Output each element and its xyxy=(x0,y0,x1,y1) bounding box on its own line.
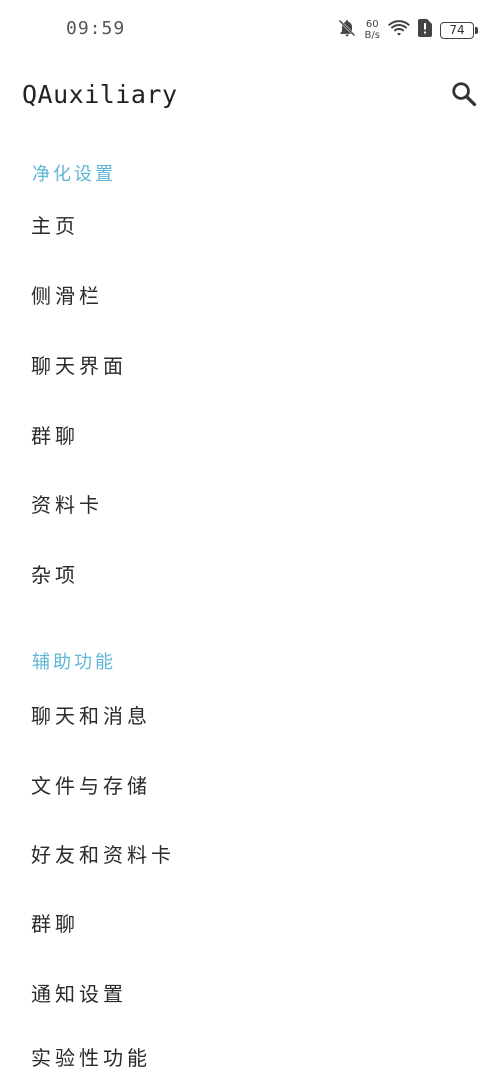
list-item-group-chat-2[interactable]: 群聊 xyxy=(0,888,500,952)
list-item-label: 群聊 xyxy=(31,912,79,936)
section-header-purify: 净化设置 xyxy=(32,164,116,185)
list-item-label: 好友和资料卡 xyxy=(31,843,175,867)
search-button[interactable] xyxy=(448,78,480,110)
section-header-assist: 辅助功能 xyxy=(32,652,116,673)
list-item-label: 聊天界面 xyxy=(31,354,127,378)
search-icon xyxy=(452,82,477,107)
list-item-chat-ui[interactable]: 聊天界面 xyxy=(0,330,500,394)
sim-alert-icon xyxy=(418,19,432,41)
list-item-label: 聊天和消息 xyxy=(31,704,151,728)
bell-off-icon xyxy=(337,18,357,42)
battery-icon: 74 xyxy=(440,21,478,39)
list-item-label: 文件与存储 xyxy=(31,774,151,798)
list-item-label: 群聊 xyxy=(31,424,79,448)
net-speed: 60 B/s xyxy=(365,19,380,41)
list-item-sidebar[interactable]: 侧滑栏 xyxy=(0,260,500,324)
list-item-group-chat[interactable]: 群聊 xyxy=(0,400,500,464)
status-bar: 09:59 60 B/s 74 xyxy=(0,0,500,60)
net-speed-value: 60 xyxy=(365,19,379,30)
list-item-label: 主页 xyxy=(31,214,79,238)
status-icons: 60 B/s 74 xyxy=(337,16,478,44)
battery-level: 74 xyxy=(449,23,465,37)
list-item-label: 侧滑栏 xyxy=(31,284,103,308)
list-item-label: 资料卡 xyxy=(31,493,103,517)
list-item-label: 实验性功能 xyxy=(31,1046,151,1070)
status-time: 09:59 xyxy=(66,18,126,39)
list-item-chat-messages[interactable]: 聊天和消息 xyxy=(0,680,500,744)
list-item-label: 杂项 xyxy=(31,563,79,587)
wifi-icon xyxy=(388,19,410,41)
list-item-profile-card[interactable]: 资料卡 xyxy=(0,469,500,533)
list-item-files-storage[interactable]: 文件与存储 xyxy=(0,750,500,814)
list-item-home[interactable]: 主页 xyxy=(0,190,500,254)
list-item-experimental[interactable]: 实验性功能 xyxy=(0,1005,500,1070)
app-bar: QAuxiliary xyxy=(0,60,500,130)
net-speed-unit: B/s xyxy=(364,30,380,41)
list-item-friends-profile[interactable]: 好友和资料卡 xyxy=(0,819,500,883)
list-item-misc[interactable]: 杂项 xyxy=(0,539,500,603)
app-title: QAuxiliary xyxy=(22,80,178,109)
list-item-label: 通知设置 xyxy=(31,982,127,1006)
